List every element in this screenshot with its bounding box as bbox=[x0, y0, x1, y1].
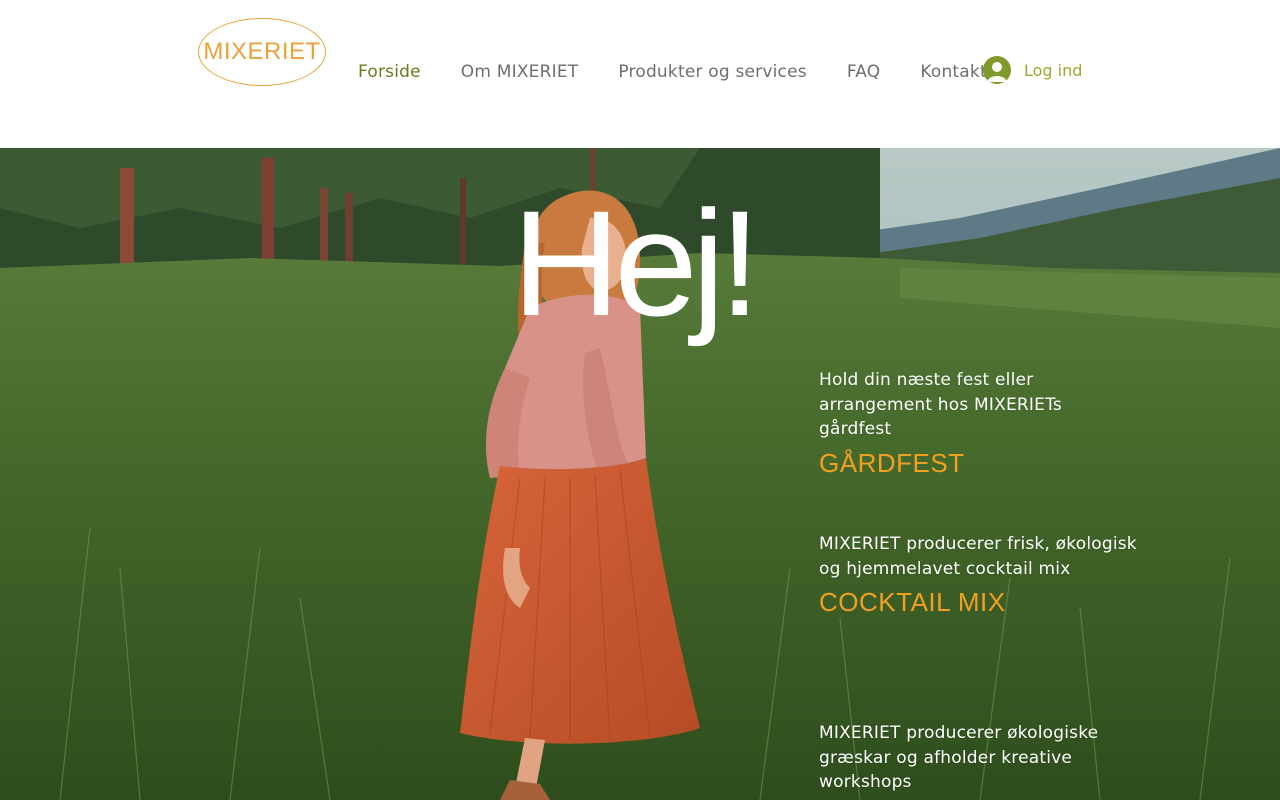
cocktail-mix-block: MIXERIET producerer frisk, økologisk og … bbox=[819, 532, 1139, 618]
main-nav: Forside Om MIXERIET Produkter og service… bbox=[338, 62, 1007, 82]
nav-produkter-og-services[interactable]: Produkter og services bbox=[598, 62, 826, 82]
login-button[interactable]: Log ind bbox=[983, 56, 1082, 84]
hero-title: Hej! bbox=[512, 179, 761, 347]
gaardfest-link[interactable]: GÅRDFEST bbox=[819, 448, 1139, 479]
gaardfest-text: Hold din næste fest eller arrangement ho… bbox=[819, 370, 1062, 439]
gaardfest-block: Hold din næste fest eller arrangement ho… bbox=[819, 368, 1139, 479]
logo-text: MIXERIET bbox=[203, 38, 321, 65]
logo[interactable]: MIXERIET bbox=[198, 18, 326, 86]
nav-forside[interactable]: Forside bbox=[338, 62, 441, 82]
cocktail-mix-link[interactable]: COCKTAIL MIX bbox=[819, 587, 1139, 618]
site-header: MIXERIET Forside Om MIXERIET Produkter o… bbox=[0, 0, 1280, 148]
user-avatar-icon bbox=[983, 56, 1011, 84]
graeskar-text: MIXERIET producerer økologiske græskar o… bbox=[819, 723, 1099, 792]
nav-om-mixeriet[interactable]: Om MIXERIET bbox=[441, 62, 599, 82]
hero-section: Hej! Hold din næste fest eller arrangeme… bbox=[0, 148, 1280, 800]
cocktail-mix-text: MIXERIET producerer frisk, økologisk og … bbox=[819, 534, 1137, 579]
nav-faq[interactable]: FAQ bbox=[827, 62, 901, 82]
login-label: Log ind bbox=[1024, 60, 1083, 80]
graeskar-block: MIXERIET producerer økologiske græskar o… bbox=[819, 721, 1139, 795]
